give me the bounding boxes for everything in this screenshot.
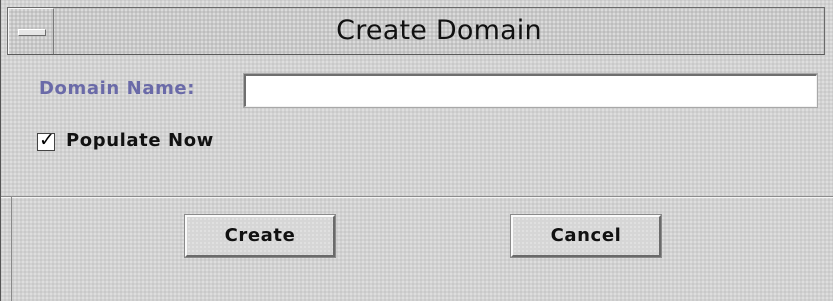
- domain-name-label: Domain Name:: [39, 78, 196, 99]
- window-menu-button[interactable]: [8, 8, 54, 54]
- create-button[interactable]: Create: [184, 214, 336, 258]
- window-menu-icon: [18, 29, 46, 36]
- cancel-button[interactable]: Cancel: [510, 214, 662, 258]
- populate-now-checkbox[interactable]: ✓: [37, 129, 55, 151]
- create-domain-dialog: Create Domain Domain Name: ✓ Populate No…: [0, 0, 833, 301]
- populate-now-label[interactable]: Populate Now: [66, 130, 214, 151]
- checkmark-icon: ✓: [39, 129, 55, 151]
- domain-name-input[interactable]: [243, 73, 818, 108]
- window-title: Create Domain: [336, 15, 542, 46]
- title-bar[interactable]: Create Domain: [7, 7, 825, 55]
- window-edge: [11, 197, 12, 301]
- button-divider: [1, 196, 833, 198]
